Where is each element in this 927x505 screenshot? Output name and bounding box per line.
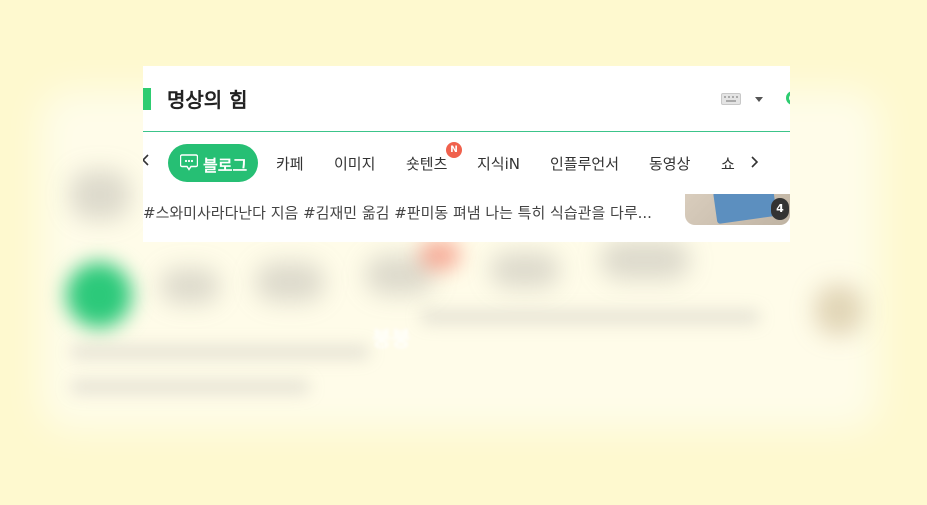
background-blob (815, 285, 863, 335)
tab-video[interactable]: 동영상 (649, 153, 690, 174)
background-green-circle (66, 262, 132, 328)
caret-down-icon[interactable] (753, 93, 765, 105)
background-text-line (70, 380, 310, 394)
tab-image[interactable]: 이미지 (334, 153, 375, 174)
search-query[interactable]: 명상의 힘 (167, 84, 248, 113)
search-card: 명상의 힘 블로그 카페 이미지 숏텐츠 N 지식iN 인플루언서 동영상 쇼 … (143, 66, 790, 242)
result-snippet[interactable]: #스와미사라다난다 지음 #김재민 옮김 #판미동 펴냄 나는 특히 식습관을 … (143, 202, 667, 223)
background-blob (70, 170, 130, 220)
background-text-line (70, 345, 370, 359)
new-badge: N (446, 142, 462, 158)
tab-influencer[interactable]: 인플루언서 (550, 153, 619, 174)
book-image (713, 194, 777, 225)
blog-speech-icon (180, 154, 198, 171)
tab-cafe[interactable]: 카페 (276, 153, 304, 174)
background-blob (160, 268, 220, 304)
tab-blog-label: 블로그 (203, 156, 248, 175)
keyboard-icon[interactable] (721, 93, 741, 105)
tab-shortents[interactable]: 숏텐츠 (406, 153, 447, 174)
search-button-edge[interactable] (786, 91, 790, 105)
search-tabs: 블로그 카페 이미지 숏텐츠 N 지식iN 인플루언서 동영상 쇼 (143, 132, 790, 194)
chevron-right-icon[interactable] (748, 154, 760, 170)
search-bar[interactable]: 명상의 힘 (143, 66, 790, 132)
background-blurred-text: 붕붕 (372, 327, 411, 351)
search-accent-bar (143, 88, 151, 110)
tab-blog[interactable]: 블로그 (168, 144, 258, 182)
result-thumbnail[interactable]: 4 (685, 194, 790, 225)
background-blob (490, 252, 560, 288)
tab-knowledge-in[interactable]: 지식iN (477, 153, 520, 174)
chevron-left-icon[interactable] (143, 152, 153, 168)
result-item[interactable]: #스와미사라다난다 지음 #김재민 옮김 #판미동 펴냄 나는 특히 식습관을 … (143, 194, 790, 242)
background-blob (255, 262, 325, 302)
image-count-badge: 4 (771, 198, 789, 220)
tab-shopping[interactable]: 쇼 (721, 153, 735, 174)
background-blob (600, 240, 690, 280)
background-text-line (420, 310, 760, 324)
background-red-badge (420, 240, 460, 270)
